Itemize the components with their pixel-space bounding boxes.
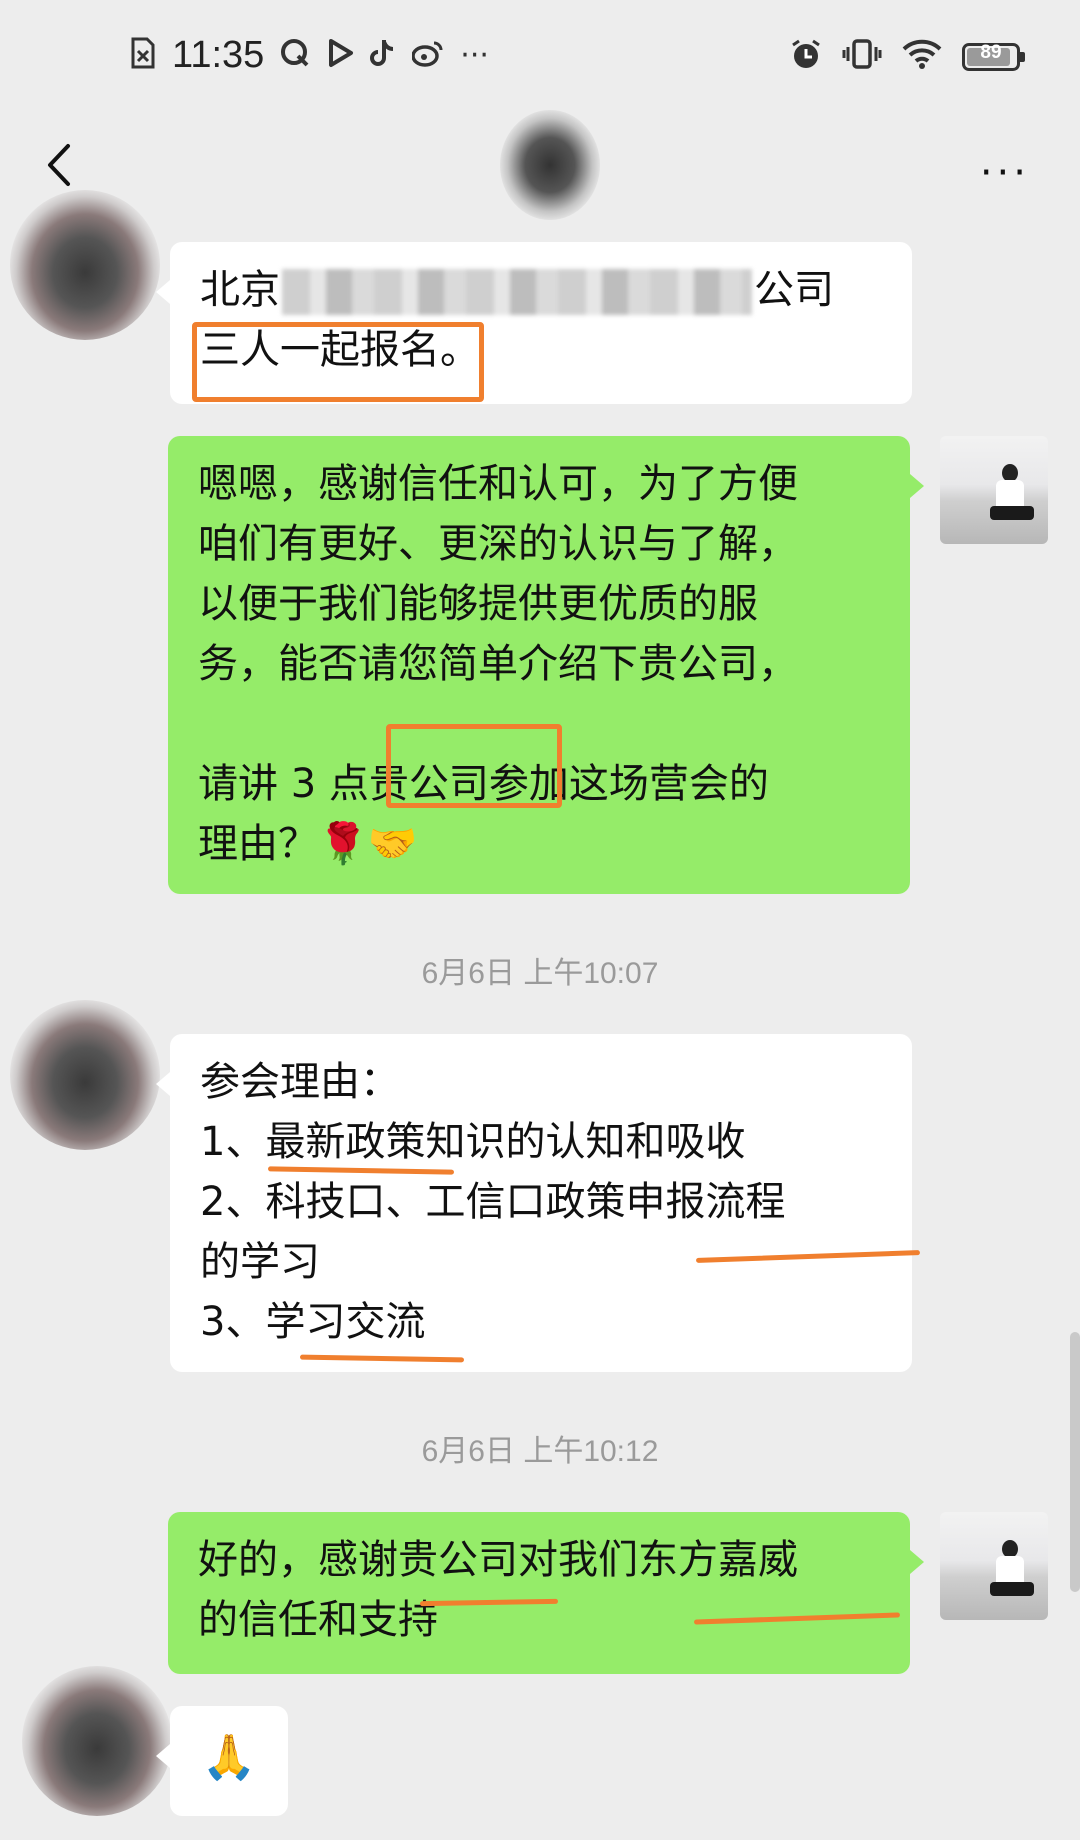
message-line: 的学习 <box>200 1239 320 1285</box>
my-avatar[interactable] <box>940 1512 1048 1620</box>
battery-level: 89 <box>980 42 1002 63</box>
play-icon <box>326 38 354 74</box>
chat-header: ··· <box>0 110 1080 220</box>
back-button[interactable] <box>38 140 82 190</box>
vibrate-icon <box>842 38 882 76</box>
message-line: 1、最新政策知识的认知和吸收 <box>200 1119 746 1165</box>
message-line: 以便于我们能够提供更优质的服 <box>198 581 758 627</box>
battery-icon: 89 <box>962 42 1025 71</box>
message-sent-2[interactable]: 好的，感谢贵公司对我们东方嘉威 的信任和支持 <box>168 1512 924 1674</box>
annotation-box <box>386 724 562 808</box>
weibo-icon <box>411 39 444 73</box>
redacted-text <box>282 269 752 315</box>
status-time: 11:35 <box>172 34 265 76</box>
message-line: 2、科技口、工信口政策申报流程 <box>200 1179 786 1225</box>
avatar-person <box>990 464 1034 534</box>
annotation-box <box>192 322 484 402</box>
avatar-person <box>990 1540 1034 1610</box>
timestamp: 6月6日 上午10:07 <box>421 957 659 990</box>
alarm-icon <box>790 38 822 76</box>
message-line: 务，能否请您简单介绍下贵公司， <box>198 641 798 687</box>
sim-icon <box>130 37 156 75</box>
scrollbar[interactable] <box>1070 1332 1080 1592</box>
status-right: 89 <box>790 38 1025 76</box>
tiktok-icon <box>370 38 396 74</box>
contact-avatar[interactable] <box>22 1666 172 1816</box>
message-line: 好的，感谢贵公司对我们东方嘉威 <box>198 1537 798 1583</box>
contact-avatar[interactable] <box>10 190 160 340</box>
message-sent-1[interactable]: 嗯嗯，感谢信任和认可，为了方便 咱们有更好、更深的认识与了解， 以便于我们能够提… <box>168 436 924 894</box>
message-received-3[interactable]: 🙏 <box>156 1706 288 1816</box>
chat-title-redacted <box>500 110 600 220</box>
more-dots-icon: ··· <box>460 37 489 73</box>
contact-avatar[interactable] <box>10 1000 160 1150</box>
chevron-left-icon <box>48 144 70 186</box>
message-line: 嗯嗯，感谢信任和认可，为了方便 <box>198 461 798 507</box>
timestamp: 6月6日 上午10:12 <box>421 1435 659 1468</box>
q-app-icon <box>280 38 310 74</box>
message-received-2[interactable]: 参会理由： 1、最新政策知识的认知和吸收 2、科技口、工信口政策申报流程 的学习… <box>156 1034 912 1372</box>
wifi-icon <box>902 39 942 75</box>
more-options-button[interactable]: ··· <box>980 150 1030 196</box>
status-left: 11:35 ··· <box>130 34 489 77</box>
message-line: 理由？🌹🤝 <box>198 821 418 867</box>
message-line: 北京 公司 <box>200 267 834 315</box>
message-line: 参会理由： <box>200 1059 400 1105</box>
message-line: 3、学习交流 <box>200 1299 426 1345</box>
pray-emoji: 🙏 <box>201 1732 257 1783</box>
status-bar: 11:35 ··· 89 <box>0 0 1080 110</box>
message-line: 咱们有更好、更深的认识与了解， <box>198 521 798 567</box>
my-avatar[interactable] <box>940 436 1048 544</box>
